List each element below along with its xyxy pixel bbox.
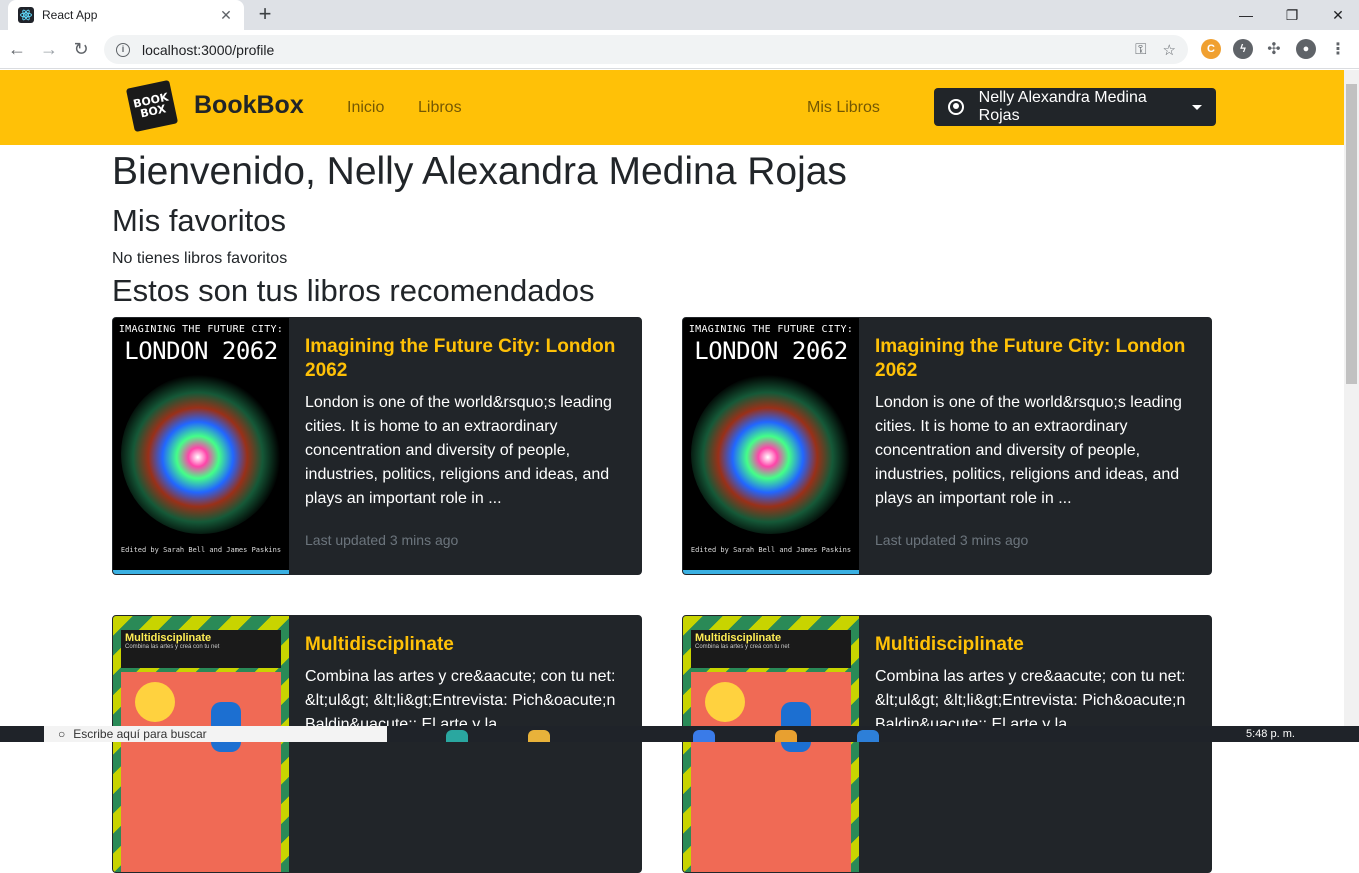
cover-subtitle: Combina las artes y creá con tu net [695,644,790,650]
taskbar-clock[interactable]: 5:48 p. m. [1246,728,1295,740]
favorites-empty-message: No tienes libros favoritos [112,250,288,267]
extensions-puzzle-icon[interactable]: ✣ [1264,39,1284,59]
book-title[interactable]: Multidisciplinate [875,633,1195,657]
book-title[interactable]: Multidisciplinate [305,633,625,657]
book-updated-text: Last updated 3 mins ago [875,532,1029,548]
book-card-body: Multidisciplinate Combina las artes y cr… [859,616,1211,872]
browser-tab[interactable]: React App ✕ [8,0,244,30]
book-title[interactable]: Imagining the Future City: London 2062 [305,335,625,383]
site-info-icon[interactable]: i [116,42,130,57]
taskbar-app-icon[interactable] [446,730,468,742]
book-description: London is one of the world&rsquo;s leadi… [305,394,612,507]
bookbox-logo[interactable]: BOOK BOX [125,79,179,133]
taskbar-folder-icon[interactable] [528,730,550,742]
book-card-body: Imagining the Future City: London 2062 L… [859,318,1211,574]
book-cover-image[interactable]: IMAGINING THE FUTURE CITY: LONDON 2062 E… [683,318,859,574]
brand-name[interactable]: BookBox [194,91,304,120]
cover-header: Multidisciplinate Combina las artes y cr… [691,630,851,668]
cover-artwork [121,374,281,534]
logo-text-box: BOX [139,102,168,121]
cover-credit: Edited by Sarah Bell and James Paskins [690,546,852,554]
address-bar[interactable]: i localhost:3000/profile ⚿ ☆ [104,35,1188,64]
browser-tab-strip: React App ✕ + — ❐ ✕ [0,0,1359,30]
taskbar-chrome-icon[interactable] [775,730,797,742]
restore-window-button[interactable]: ❐ [1269,0,1315,30]
forward-arrow-icon[interactable]: → [38,38,60,60]
book-card[interactable]: IMAGINING THE FUTURE CITY: LONDON 2062 E… [682,317,1212,575]
tab-title: React App [42,8,98,22]
browser-menu-icon[interactable]: ⋮ [1328,39,1348,59]
user-circle-icon [948,99,964,115]
cover-title-line2: LONDON 2062 [124,337,278,365]
key-icon[interactable]: ⚿ [1135,41,1146,58]
cover-title-line1: IMAGINING THE FUTURE CITY: [688,324,854,335]
cover-header: Multidisciplinate Combina las artes y cr… [121,630,281,668]
close-window-button[interactable]: ✕ [1315,0,1359,30]
book-title[interactable]: Imagining the Future City: London 2062 [875,335,1195,383]
reload-icon[interactable]: ↻ [70,38,92,60]
book-card[interactable]: Multidisciplinate Combina las artes y cr… [682,615,1212,873]
book-card-body: Imagining the Future City: London 2062 L… [289,318,641,574]
taskbar-search-placeholder: Escribe aquí para buscar [73,727,207,741]
taskbar-calendar-icon[interactable] [693,730,715,742]
cover-artwork [121,672,281,872]
nav-link-inicio[interactable]: Inicio [347,99,384,117]
nav-link-libros[interactable]: Libros [418,99,462,117]
cover-title-line1: IMAGINING THE FUTURE CITY: [118,324,284,335]
cover-title: Multidisciplinate [125,632,212,644]
book-card[interactable]: IMAGINING THE FUTURE CITY: LONDON 2062 E… [112,317,642,575]
url-text[interactable]: localhost:3000/profile [142,42,1119,58]
cover-title-line2: LONDON 2062 [694,337,848,365]
app-navbar: BOOK BOX BookBox Inicio Libros Mis Libro… [0,70,1344,145]
recommended-heading: Estos son tus libros recomendados [112,273,595,308]
book-cover-image[interactable]: IMAGINING THE FUTURE CITY: LONDON 2062 E… [113,318,289,574]
minimize-window-button[interactable]: — [1223,0,1269,30]
browser-toolbar: ← → ↻ i localhost:3000/profile ⚿ ☆ C ϟ ✣… [0,30,1359,69]
cover-artwork [691,374,851,534]
close-tab-icon[interactable]: ✕ [218,7,234,24]
book-description: London is one of the world&rsquo;s leadi… [875,394,1182,507]
cover-artwork [691,672,851,872]
back-arrow-icon[interactable]: ← [6,38,28,60]
taskbar-vscode-icon[interactable] [857,730,879,742]
react-favicon-icon [18,7,34,23]
cover-credit: Edited by Sarah Bell and James Paskins [120,546,282,554]
user-name: Nelly Alexandra Medina Rojas [978,89,1147,124]
extension-c-icon[interactable]: C [1201,39,1221,59]
new-tab-button[interactable]: + [252,3,278,27]
book-cover-image[interactable]: Multidisciplinate Combina las artes y cr… [113,616,289,872]
book-card[interactable]: Multidisciplinate Combina las artes y cr… [112,615,642,873]
user-dropdown-button[interactable]: Nelly Alexandra Medina Rojas [934,88,1216,126]
cover-subtitle: Combina las artes y creá con tu net [125,644,220,650]
bookmark-star-icon[interactable]: ☆ [1163,41,1176,59]
extension-bolt-icon[interactable]: ϟ [1233,39,1253,59]
page-scrollbar-thumb[interactable] [1346,84,1357,384]
welcome-heading: Bienvenido, Nelly Alexandra Medina Rojas [112,150,847,193]
taskbar-search-input[interactable]: ○ Escribe aquí para buscar [44,726,387,742]
book-updated-text: Last updated 3 mins ago [305,532,459,548]
profile-avatar-icon[interactable]: ● [1296,39,1316,59]
book-cover-image[interactable]: Multidisciplinate Combina las artes y cr… [683,616,859,872]
cover-title: Multidisciplinate [695,632,782,644]
chevron-down-icon [1192,104,1202,110]
nav-link-mis-libros[interactable]: Mis Libros [807,99,880,117]
favorites-heading: Mis favoritos [112,203,286,238]
search-icon: ○ [58,727,66,741]
book-card-body: Multidisciplinate Combina las artes y cr… [289,616,641,872]
